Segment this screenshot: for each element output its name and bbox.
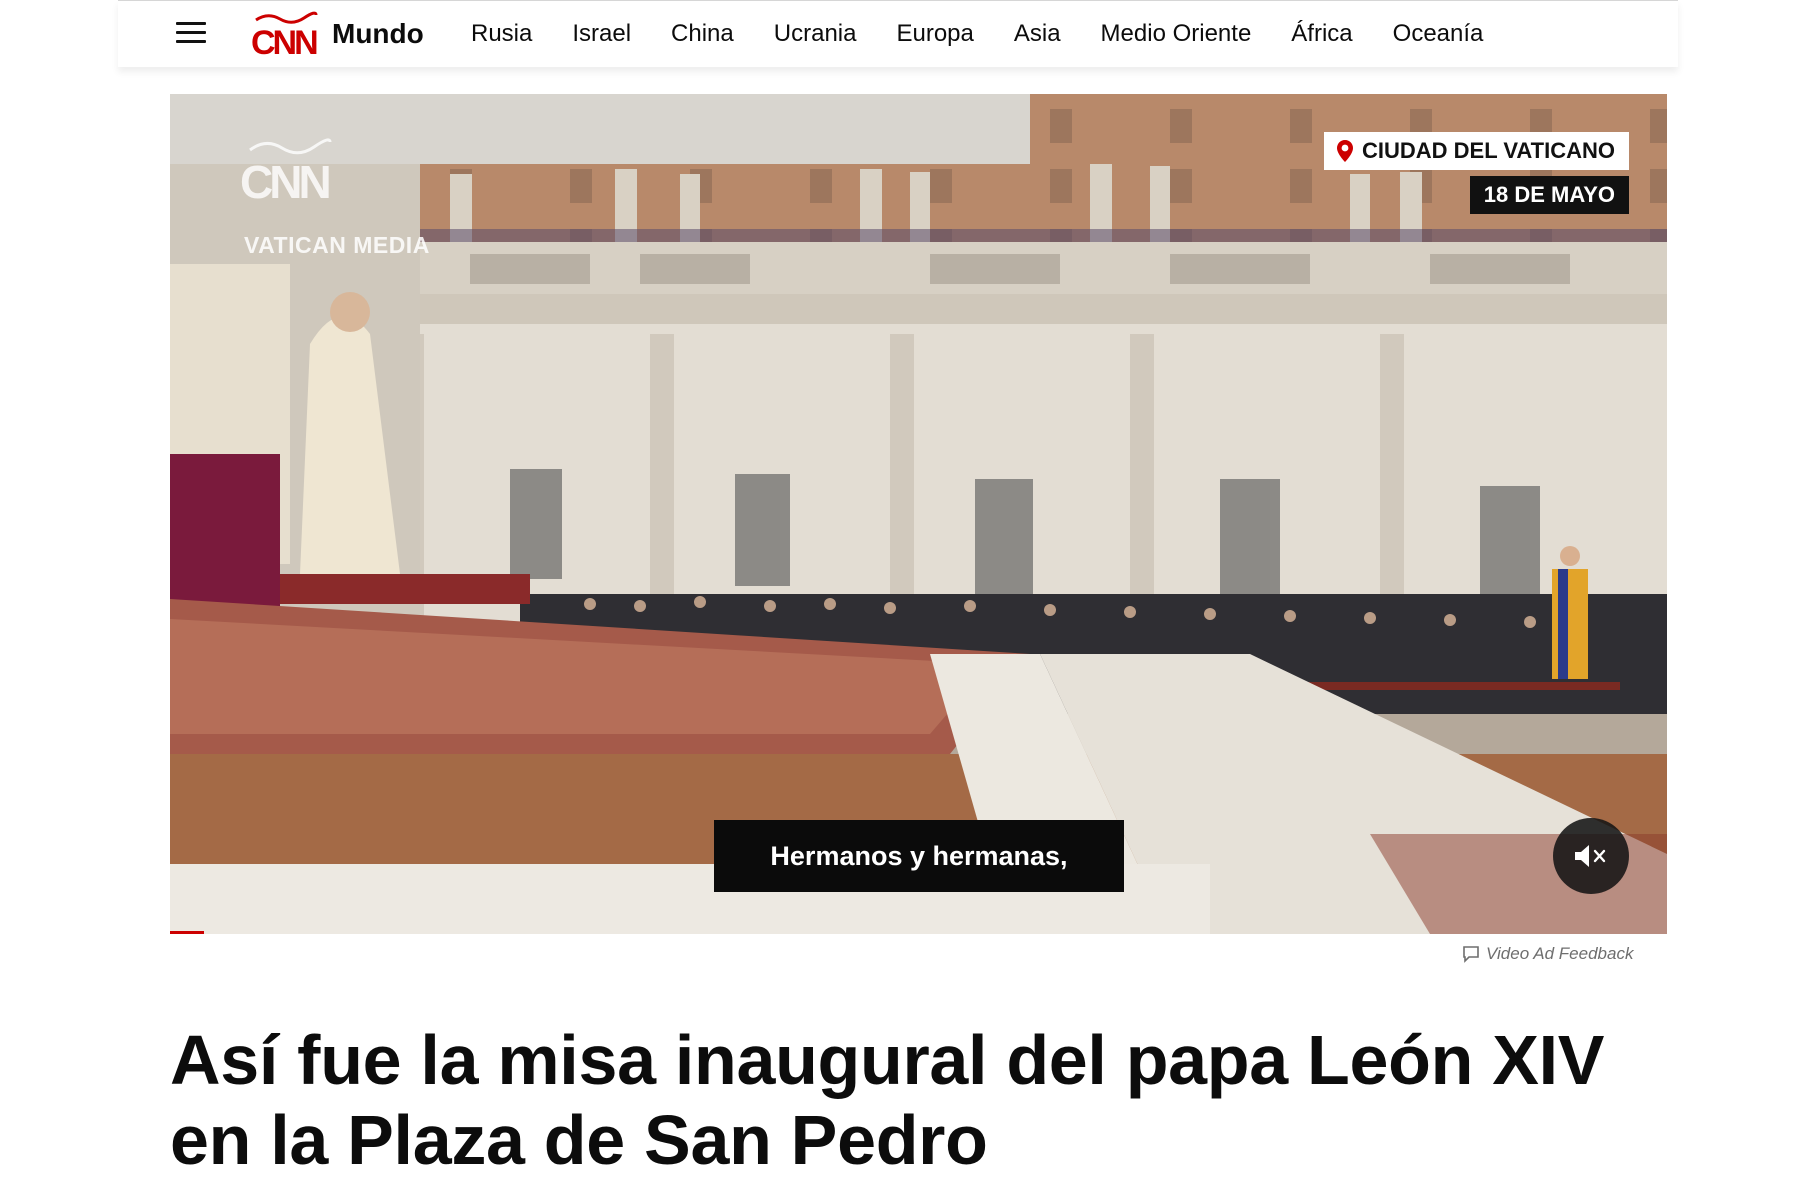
location-badge: CIUDAD DEL VATICANO xyxy=(1324,132,1629,170)
nav-item-china[interactable]: China xyxy=(671,20,734,48)
svg-text:CNN: CNN xyxy=(251,24,317,58)
location-label: CIUDAD DEL VATICANO xyxy=(1362,138,1615,163)
video-frame xyxy=(170,94,1667,934)
video-progress-bar[interactable] xyxy=(170,931,204,934)
video-player[interactable]: CNN VATICAN MEDIA CIUDAD DEL VATICANO 18… xyxy=(170,94,1667,934)
hamburger-menu-icon[interactable] xyxy=(176,22,206,44)
nav-item-ucrania[interactable]: Ucrania xyxy=(774,20,857,48)
article-headline: Así fue la misa inaugural del papa León … xyxy=(170,1021,1605,1179)
nav-item-israel[interactable]: Israel xyxy=(572,20,631,48)
date-badge: 18 DE MAYO xyxy=(1469,176,1629,214)
video-caption: Hermanos y hermanas, xyxy=(714,820,1124,892)
site-header: CNN Mundo Rusia Israel China Ucrania Eur… xyxy=(118,0,1678,67)
nav-item-africa[interactable]: África xyxy=(1291,20,1352,48)
video-ad-feedback-label: Video Ad Feedback xyxy=(1486,944,1634,963)
nav-item-asia[interactable]: Asia xyxy=(1014,20,1061,48)
nav-item-medio-oriente[interactable]: Medio Oriente xyxy=(1101,20,1252,48)
main-nav: Rusia Israel China Ucrania Europa Asia M… xyxy=(471,20,1483,48)
svg-text:CNN: CNN xyxy=(240,156,329,204)
video-ad-feedback-link[interactable]: Video Ad Feedback xyxy=(1462,944,1633,964)
nav-item-oceania[interactable]: Oceanía xyxy=(1393,20,1484,48)
section-title[interactable]: Mundo xyxy=(332,18,424,50)
cnn-watermark-logo: CNN xyxy=(240,138,332,204)
cnn-logo[interactable]: CNN xyxy=(250,10,318,58)
speaker-muted-icon xyxy=(1575,845,1606,867)
nav-item-rusia[interactable]: Rusia xyxy=(471,20,532,48)
watermark-source: VATICAN MEDIA xyxy=(244,232,430,258)
nav-item-europa[interactable]: Europa xyxy=(896,20,973,48)
location-pin-icon xyxy=(1337,140,1353,162)
feedback-icon xyxy=(1463,946,1479,963)
mute-button[interactable] xyxy=(1553,818,1629,894)
